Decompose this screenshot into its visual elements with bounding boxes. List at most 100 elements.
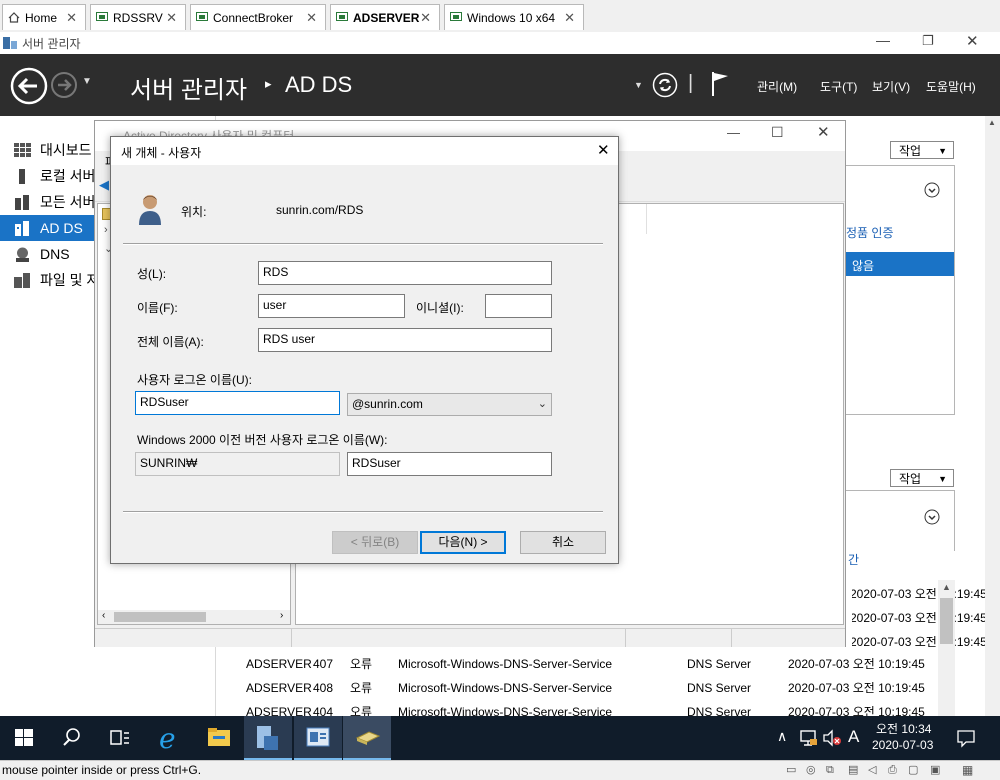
internet-explorer-icon[interactable]: e [146, 716, 194, 760]
servers-panel: 정품 인증 않음 [846, 165, 955, 415]
ad-ds-icon [15, 221, 29, 236]
minimize-button[interactable]: — [876, 32, 890, 48]
last-name-field[interactable]: RDS [258, 261, 552, 285]
initials-field[interactable] [485, 294, 552, 318]
minimize-button[interactable]: — [727, 125, 740, 140]
column-divider [646, 204, 647, 234]
scroll-left-icon[interactable]: ‹ [102, 610, 105, 621]
taskbar-app-aduc[interactable] [294, 716, 342, 760]
logon-name-field[interactable]: RDSuser [135, 391, 340, 415]
breadcrumb-separator: ▸ [265, 76, 272, 91]
clock-time[interactable]: 오전 10:34 [876, 720, 931, 737]
event-date: 2020-07-03 오전 10:19:45 [788, 657, 925, 671]
vm-tab-label: Home [25, 11, 58, 25]
close-icon[interactable]: ✕ [564, 5, 575, 31]
tasks-label: 작업 [899, 144, 922, 158]
menu-manage[interactable]: 관리(M) [757, 78, 797, 95]
close-icon[interactable]: ✕ [166, 5, 177, 31]
task-view-icon[interactable] [96, 716, 144, 760]
close-icon[interactable]: ✕ [420, 5, 431, 31]
flag-icon[interactable] [710, 70, 732, 98]
scroll-right-icon[interactable]: › [280, 610, 283, 621]
events-scrollbar[interactable]: ▲ [938, 580, 955, 716]
close-button[interactable]: ✕ [597, 141, 610, 159]
history-dropdown-icon[interactable]: ▼ [82, 76, 92, 87]
chevron-up-icon[interactable]: ∧ [777, 728, 787, 745]
menu-tools[interactable]: 도구(T) [820, 78, 857, 95]
activation-column-header[interactable]: 정품 인증 [846, 224, 894, 241]
collapse-icon[interactable]: › [104, 224, 108, 236]
network-icon[interactable] [799, 729, 819, 747]
back-button[interactable]: < 뒤로(B) [332, 531, 418, 554]
refresh-icon[interactable] [652, 72, 678, 98]
maximize-button[interactable]: ☐ [771, 124, 784, 141]
last-name-label: 성(L): [137, 267, 167, 281]
server-manager-icon [257, 726, 278, 750]
back-arrow-icon[interactable] [10, 67, 48, 105]
vm-tab-rdssrv[interactable]: RDSSRV ✕ [90, 4, 186, 30]
selected-row[interactable]: 않음 [846, 252, 954, 276]
first-name-field[interactable]: user [258, 294, 405, 318]
sidebar-item-label: 모든 서버 [40, 194, 96, 210]
server-icon [19, 169, 25, 184]
servers-icon [15, 195, 29, 210]
back-icon[interactable]: ◀ [99, 177, 109, 193]
home-icon [8, 12, 20, 23]
tree-hscrollbar[interactable]: ‹ › [98, 610, 290, 624]
taskbar-app-dialog[interactable] [343, 716, 391, 760]
cancel-button[interactable]: 취소 [520, 531, 606, 554]
scroll-up-icon[interactable]: ▲ [942, 582, 951, 592]
scroll-thumb[interactable] [940, 598, 953, 644]
vm-tab-connectbroker[interactable]: ConnectBroker ✕ [190, 4, 326, 30]
events-panel-header [846, 490, 955, 551]
dropdown-icon[interactable]: ▼ [634, 80, 643, 90]
event-date: 2020-07-03 오전 10:19:45 [788, 681, 925, 695]
expand-icon[interactable] [924, 509, 940, 525]
clock-date[interactable]: 2020-07-03 [872, 738, 933, 752]
close-button[interactable]: ✕ [817, 123, 830, 141]
dialog-title: 새 개체 - 사용자 [121, 146, 202, 160]
divider [123, 511, 603, 513]
file-explorer-icon[interactable] [195, 716, 243, 760]
next-button[interactable]: 다음(N) > [420, 531, 506, 554]
forward-arrow-icon[interactable] [50, 71, 78, 99]
vm-tab-adserver[interactable]: ADSERVER ✕ [330, 4, 440, 30]
event-column-partial: 간 [848, 553, 860, 567]
menu-view[interactable]: 보기(V) [872, 78, 910, 95]
breadcrumb-app[interactable]: 서버 관리자 [130, 70, 247, 105]
search-icon[interactable] [48, 716, 96, 760]
vm-tab-home[interactable]: Home ✕ [2, 4, 86, 30]
vm-icon [196, 12, 208, 21]
maximize-button[interactable]: ❐ [922, 33, 934, 49]
volume-muted-icon[interactable] [822, 729, 842, 747]
windows-start-icon[interactable] [0, 716, 48, 760]
domain-select[interactable]: @sunrin.com ⌄ [347, 393, 552, 416]
full-name-field[interactable]: RDS user [258, 328, 552, 352]
event-time: 2020-07-03 오전 10:19:45 [850, 635, 987, 649]
disc-icon: ◎ [806, 764, 816, 776]
expand-icon[interactable] [924, 182, 940, 198]
scroll-up-icon[interactable]: ▲ [988, 118, 996, 127]
pre2000-logon-field[interactable]: RDSuser [347, 452, 552, 476]
menu-help[interactable]: 도움말(H) [926, 78, 976, 95]
notification-icon[interactable] [956, 728, 976, 748]
vm-tab-label: Windows 10 x64 [467, 11, 556, 25]
server-manager-icon [3, 37, 17, 49]
window-title: 서버 관리자 [22, 37, 81, 51]
close-button[interactable]: ✕ [966, 32, 979, 50]
dialog-title-bar: 새 개체 - 사용자 ✕ [111, 137, 618, 165]
tasks-label: 작업 [899, 472, 922, 486]
new-user-dialog: 새 개체 - 사용자 ✕ 위치: sunrin.com/RDS 성(L): RD… [110, 136, 619, 564]
sidebar-item-label: DNS [40, 246, 70, 262]
lock-icon: ▣ [930, 764, 941, 776]
tasks-dropdown-events[interactable]: 작업 ▼ [890, 469, 954, 487]
close-icon[interactable]: ✕ [306, 5, 317, 31]
page-scrollbar[interactable]: ▲ [985, 116, 1000, 716]
scroll-thumb[interactable] [114, 612, 206, 622]
taskbar-app-server-manager[interactable] [244, 716, 292, 760]
close-icon[interactable]: ✕ [66, 5, 77, 31]
taskbar: e ∧ A 오전 10:34 2020-07-03 [0, 716, 1000, 760]
vm-tab-windows10[interactable]: Windows 10 x64 ✕ [444, 4, 584, 30]
ime-indicator[interactable]: A [848, 727, 859, 747]
tasks-dropdown-top[interactable]: 작업 ▼ [890, 141, 954, 159]
